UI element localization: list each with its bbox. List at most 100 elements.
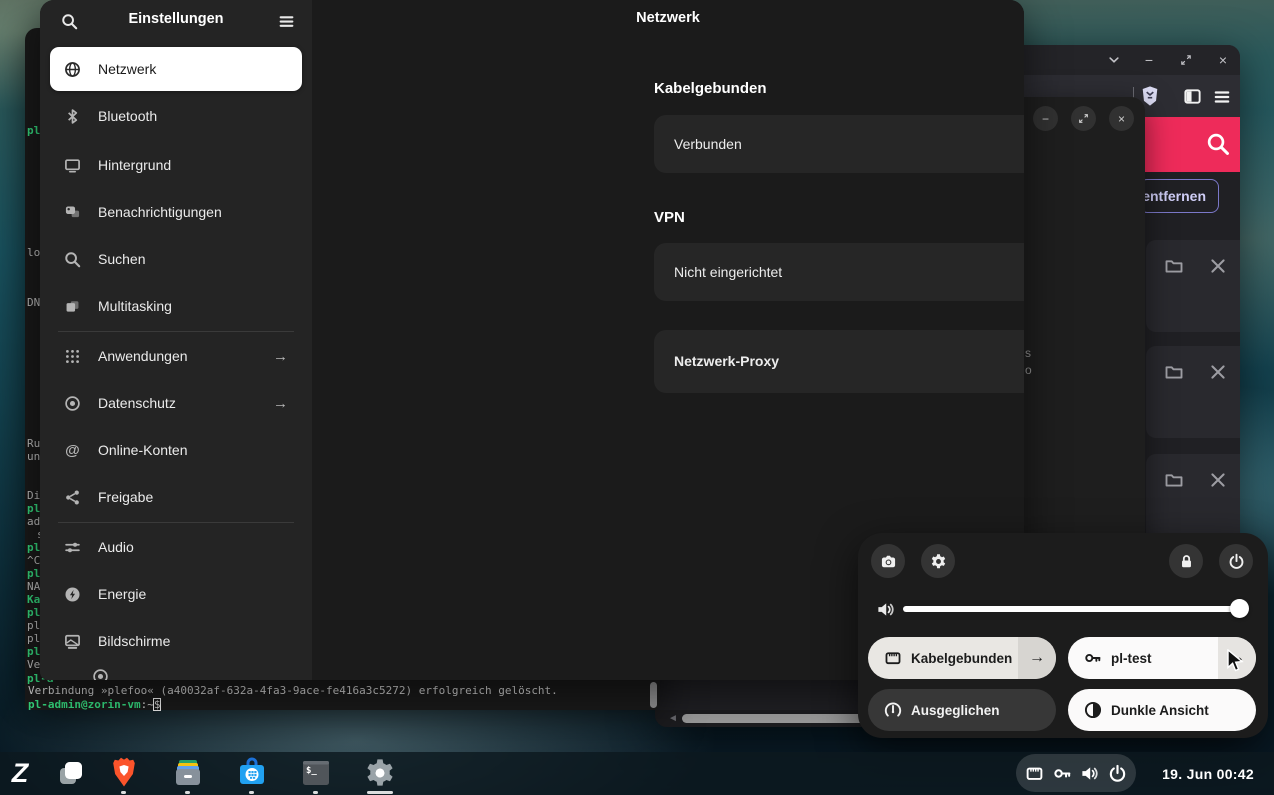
taskbar: Z $_ 19. Jun 00:42 [0,752,1274,795]
folder-icon[interactable] [1164,470,1184,490]
monitor-icon [64,157,81,174]
folder-icon[interactable] [1164,256,1184,276]
zorin-menu-icon[interactable]: Z [4,757,36,789]
bolt-icon [64,586,81,603]
running-indicator [121,791,126,794]
volume-slider[interactable] [903,606,1247,612]
power-icon [1108,764,1127,783]
sidebar-item-anwendungen[interactable]: Anwendungen → [50,336,302,376]
lock-icon[interactable] [1169,544,1203,578]
window-switcher-icon[interactable] [54,757,86,789]
mouse-cursor [1226,649,1245,675]
tile-dark-mode[interactable]: Dunkle Ansicht [1068,689,1256,731]
tile-power-profile[interactable]: Ausgeglichen [868,689,1056,731]
notifications-icon [64,204,81,221]
scroll-left-arrow-icon[interactable]: ◄ [668,713,678,724]
page-search-icon[interactable] [1206,132,1230,156]
speaker-icon [1080,764,1099,783]
display-icon [64,633,81,650]
sidebar-item-datenschutz[interactable]: Datenschutz → [50,383,302,423]
sidebar-separator [58,522,294,523]
globe-icon [64,61,81,78]
vertical-scrollbar[interactable] [650,682,657,708]
speaker-icon[interactable] [876,600,895,619]
page-title: Einstellungen [40,11,312,27]
connection-label: Verbunden [674,136,742,152]
sidebar-item-multitasking[interactable]: Multitasking [50,286,302,326]
power-icon[interactable] [1219,544,1253,578]
maximize-button[interactable] [1071,106,1096,131]
sidebar-item-benachrichtigungen[interactable]: Benachrichtigungen [50,192,302,232]
half-circle-icon [1084,701,1102,719]
sidebar-item-freigabe[interactable]: Freigabe [50,477,302,517]
sidebar-item-bluetooth[interactable]: Bluetooth [50,96,302,136]
sidebar-item-suchen[interactable]: Suchen [50,239,302,279]
proxy-row[interactable]: Netzwerk-Proxy Aus [654,330,1024,393]
volume-slider-knob[interactable] [1230,599,1249,618]
files-icon[interactable] [172,757,204,789]
clock[interactable]: 19. Jun 00:42 [1150,752,1266,795]
terminal-icon[interactable]: $_ [300,757,332,789]
running-indicator [313,791,318,794]
running-indicator [249,791,254,794]
vpn-status-label: Nicht eingerichtet [674,264,782,280]
terminal-output-line: Verbindung »plefoo« (a40032af-632a-4fa3-… [28,684,558,697]
sidebar-item-audio[interactable]: Audio [50,527,302,567]
page-title: Netzwerk [312,10,1024,26]
close-icon[interactable] [1208,470,1228,490]
close-button[interactable]: × [1109,106,1134,131]
remove-button[interactable]: e entfernen [1139,179,1219,213]
list-item [1146,240,1240,332]
background-window: − × s o [1024,97,1145,560]
search-icon [64,251,81,268]
chevron-right-icon: → [273,395,288,412]
clipped-text: s [1025,346,1031,360]
sidebar-item-hintergrund[interactable]: Hintergrund [50,145,302,185]
sliders-icon [64,539,81,556]
system-tray[interactable] [1016,754,1136,792]
svg-text:$_: $_ [306,766,317,776]
privacy-icon [64,395,81,412]
ethernet-icon [884,649,902,667]
browser-close-button[interactable]: × [1214,51,1232,69]
browser-maximize-button[interactable] [1177,51,1195,69]
browser-menu-icon[interactable] [1213,88,1231,106]
software-store-icon[interactable] [236,757,268,789]
settings-gear-icon[interactable] [921,544,955,578]
list-item [1146,346,1240,438]
sidebar-item-online-konten[interactable]: @ Online-Konten [50,430,302,470]
sidebar-item-energie[interactable]: Energie [50,574,302,614]
app-grid-icon [64,348,81,365]
chevron-down-icon[interactable] [1105,51,1123,69]
screenshot-camera-icon[interactable] [871,544,905,578]
sidebar-item-bildschirme[interactable]: Bildschirme [50,621,302,661]
section-title-vpn: VPN [654,209,685,226]
wired-connection-row[interactable]: Verbunden [654,115,1024,173]
minimize-button[interactable]: − [1033,106,1058,131]
browser-minimize-button[interactable]: − [1140,51,1158,69]
arrow-right-icon[interactable]: → [1018,637,1056,679]
tile-network[interactable]: Kabelgebunden → [868,637,1056,679]
share-icon [64,489,81,506]
folder-icon[interactable] [1164,362,1184,382]
chevron-right-icon: → [273,348,288,365]
terminal-cursor [153,698,161,711]
hamburger-menu-icon[interactable] [273,8,299,34]
brave-browser-icon[interactable] [108,757,140,789]
sidebar-header: Einstellungen [40,0,312,42]
close-icon[interactable] [1208,256,1228,276]
desktop: − × e entfernen ◄ [0,0,1274,795]
sidebar-item-netzwerk[interactable]: Netzwerk [50,47,302,91]
at-icon: @ [64,442,81,459]
clipped-text: o [1025,363,1032,377]
sidebar-separator [58,331,294,332]
settings-gear-icon[interactable] [364,757,396,789]
close-icon[interactable] [1208,362,1228,382]
ethernet-icon [1025,764,1044,783]
section-title-wired: Kabelgebunden [654,80,767,97]
sidebar-panel-icon[interactable] [1183,87,1202,106]
settings-sidebar: Einstellungen Netzwerk Bluetooth Hinterg… [40,0,312,680]
clipped-sidebar-icon [92,668,109,680]
windows-icon [64,298,81,315]
vpn-row: Nicht eingerichtet [654,243,1024,301]
